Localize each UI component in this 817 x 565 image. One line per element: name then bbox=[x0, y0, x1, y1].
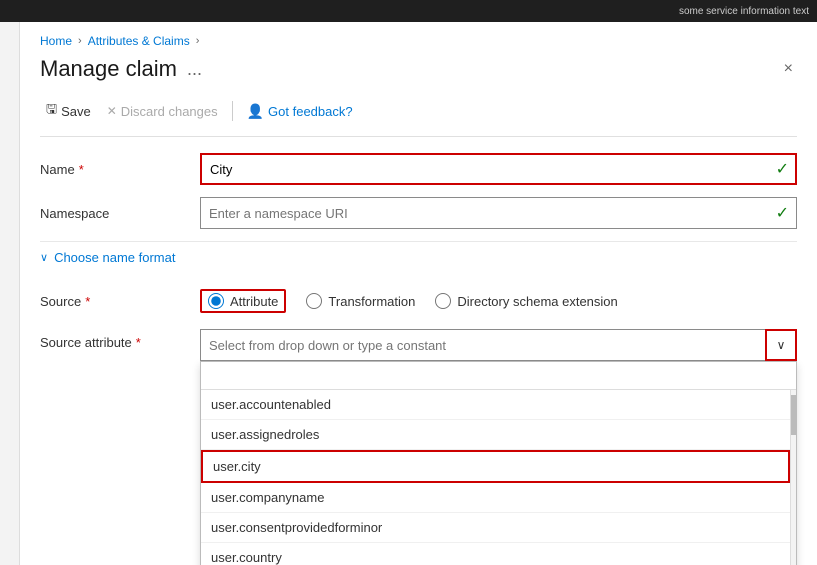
dropdown-scrollbar-thumb[interactable] bbox=[791, 395, 797, 435]
save-button[interactable]: 🖫 Save bbox=[40, 96, 97, 126]
page-title-row: Manage claim ... × bbox=[40, 56, 797, 82]
page-title: Manage claim ... bbox=[40, 56, 202, 82]
feedback-button[interactable]: 👤 Got feedback? bbox=[241, 99, 359, 124]
source-radio-transformation[interactable] bbox=[306, 293, 322, 309]
save-label: Save bbox=[61, 104, 91, 119]
discard-button[interactable]: ✕ Discard changes bbox=[101, 100, 224, 123]
form: Name * ✓ Namespace ✓ ∨ bbox=[40, 153, 797, 565]
namespace-check-icon: ✓ bbox=[776, 203, 789, 223]
source-attr-required-star: * bbox=[136, 335, 141, 350]
namespace-input-wrap: ✓ bbox=[200, 197, 797, 229]
save-icon: 🖫 bbox=[46, 100, 57, 122]
source-attribute-input[interactable] bbox=[200, 329, 797, 361]
source-attribute-wrap: ∨ user.accountenabled bbox=[200, 329, 797, 565]
dropdown-item-consentprovided[interactable]: user.consentprovidedforminor bbox=[201, 513, 790, 543]
source-label: Source * bbox=[40, 294, 200, 309]
source-attribute-dropdown-btn[interactable]: ∨ bbox=[765, 329, 797, 361]
dropdown-scrollbar-track bbox=[790, 390, 796, 565]
namespace-label: Namespace bbox=[40, 206, 200, 221]
dropdown-search-input[interactable] bbox=[201, 362, 796, 390]
breadcrumb-sep-1: › bbox=[78, 35, 82, 47]
source-option-attribute[interactable]: Attribute bbox=[200, 289, 286, 313]
feedback-label: Got feedback? bbox=[268, 104, 353, 119]
dropdown-item-companyname[interactable]: user.companyname bbox=[201, 483, 790, 513]
dropdown-item-assignedroles[interactable]: user.assignedroles bbox=[201, 420, 790, 450]
name-input-wrap: ✓ bbox=[200, 153, 797, 185]
breadcrumb-home[interactable]: Home bbox=[40, 34, 72, 48]
breadcrumb-sep-2: › bbox=[196, 35, 200, 47]
top-bar-text: some service information text bbox=[679, 6, 809, 17]
source-attribute-label: Attribute bbox=[230, 294, 278, 309]
source-attribute-dropdown-panel: user.accountenabled user.assignedroles u… bbox=[200, 361, 797, 565]
name-label: Name * bbox=[40, 162, 200, 177]
dropdown-item-country[interactable]: user.country bbox=[201, 543, 790, 565]
source-row: Source * Attribute Transformation bbox=[40, 285, 797, 317]
left-nav bbox=[0, 22, 20, 565]
source-radio-group: Attribute Transformation Directory schem… bbox=[200, 289, 797, 313]
dropdown-item-accountenabled[interactable]: user.accountenabled bbox=[201, 390, 790, 420]
name-input[interactable] bbox=[200, 153, 797, 185]
feedback-icon: 👤 bbox=[247, 103, 264, 120]
source-transformation-label: Transformation bbox=[328, 294, 415, 309]
namespace-input[interactable] bbox=[200, 197, 797, 229]
source-radio-wrap: Attribute Transformation Directory schem… bbox=[200, 289, 797, 313]
namespace-row: Namespace ✓ bbox=[40, 197, 797, 229]
choose-name-format-label: Choose name format bbox=[54, 250, 175, 265]
main-content: Home › Attributes & Claims › Manage clai… bbox=[20, 22, 817, 565]
dropdown-list-wrap: user.accountenabled user.assignedroles u… bbox=[201, 390, 796, 565]
source-radio-directory[interactable] bbox=[435, 293, 451, 309]
page-title-text: Manage claim bbox=[40, 56, 177, 82]
close-button[interactable]: × bbox=[780, 58, 797, 80]
title-ellipsis[interactable]: ... bbox=[187, 59, 202, 80]
choose-name-chevron-icon: ∨ bbox=[40, 251, 48, 264]
layout: Home › Attributes & Claims › Manage clai… bbox=[0, 22, 817, 565]
source-option-directory[interactable]: Directory schema extension bbox=[435, 293, 617, 309]
chevron-down-icon: ∨ bbox=[777, 338, 786, 352]
top-bar: some service information text bbox=[0, 0, 817, 22]
discard-icon: ✕ bbox=[107, 104, 117, 118]
discard-label: Discard changes bbox=[121, 104, 218, 119]
name-required-star: * bbox=[79, 162, 84, 177]
name-row: Name * ✓ bbox=[40, 153, 797, 185]
source-option-transformation[interactable]: Transformation bbox=[306, 293, 415, 309]
name-check-icon: ✓ bbox=[776, 159, 789, 179]
breadcrumb: Home › Attributes & Claims › bbox=[40, 34, 797, 48]
dropdown-item-city[interactable]: user.city bbox=[201, 450, 790, 483]
choose-name-format-row[interactable]: ∨ Choose name format bbox=[40, 241, 797, 273]
breadcrumb-attributes[interactable]: Attributes & Claims bbox=[88, 34, 190, 48]
source-attribute-row: Source attribute * ∨ bbox=[40, 329, 797, 565]
source-required-star: * bbox=[85, 294, 90, 309]
dropdown-list: user.accountenabled user.assignedroles u… bbox=[201, 390, 790, 565]
source-attribute-label-cell: Source attribute * bbox=[40, 329, 200, 350]
toolbar: 🖫 Save ✕ Discard changes 👤 Got feedback? bbox=[40, 96, 797, 137]
toolbar-separator bbox=[232, 101, 233, 121]
source-directory-label: Directory schema extension bbox=[457, 294, 617, 309]
source-radio-attribute[interactable] bbox=[208, 293, 224, 309]
